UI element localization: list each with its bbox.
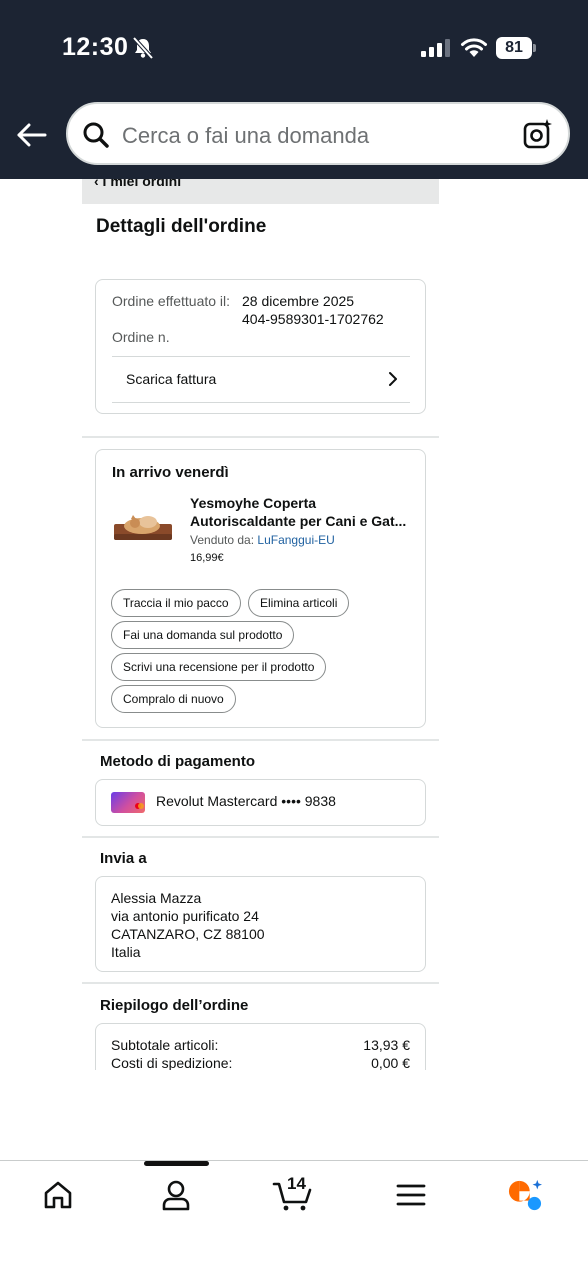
product-image[interactable] <box>112 502 174 548</box>
address-street: via antonio purificato 24 <box>111 908 259 924</box>
search-input[interactable]: Cerca o fai una domanda <box>122 123 369 149</box>
address-card: Alessia Mazza via antonio purificato 24 … <box>95 876 426 972</box>
ship-to-heading: Invia a <box>100 850 147 867</box>
order-placed-label: Ordine effettuato il: <box>112 293 231 309</box>
order-number: 404-9589301-1702762 <box>242 311 384 327</box>
cellular-signal-icon <box>421 39 450 57</box>
breadcrumb-link[interactable]: ‹ I miei ordini <box>94 179 181 189</box>
search-bar[interactable]: Cerca o fai una domanda <box>66 102 570 165</box>
section-divider <box>82 739 439 741</box>
shipment-card: In arrivo venerdì Yesmoyhe Coperta Autor… <box>95 449 426 728</box>
page-title: Dettagli dell'ordine <box>96 216 267 237</box>
breadcrumb[interactable]: ‹ I miei ordini <box>82 179 439 204</box>
ai-assistant-icon[interactable] <box>505 1178 545 1212</box>
product-title[interactable]: Yesmoyhe Coperta Autoriscaldante per Can… <box>190 494 414 530</box>
battery-indicator: 81 <box>496 37 536 59</box>
address-country: Italia <box>111 944 141 960</box>
section-divider <box>82 436 439 438</box>
wifi-icon <box>461 38 487 57</box>
payment-card-text: Revolut Mastercard •••• 9838 <box>156 793 336 809</box>
address-name: Alessia Mazza <box>111 890 202 906</box>
delete-items-button[interactable]: Elimina articoli <box>248 589 350 617</box>
order-info-card: Ordine effettuato il: 28 dicembre 2025 4… <box>95 279 426 414</box>
content-clip <box>0 1070 588 1160</box>
scroll-indicator <box>144 1161 209 1166</box>
shipping-label: Costi di spedizione: <box>111 1055 233 1071</box>
download-invoice-label: Scarica fattura <box>126 371 217 387</box>
sold-by: Venduto da: LuFanggui-EU <box>190 533 335 547</box>
section-divider <box>82 836 439 838</box>
home-icon[interactable] <box>41 1178 75 1212</box>
seller-link[interactable]: LuFanggui-EU <box>257 533 334 547</box>
shipment-status: In arrivo venerdì <box>112 464 229 481</box>
bell-muted-icon <box>132 36 154 60</box>
account-icon[interactable] <box>159 1178 193 1212</box>
shipping-value: 0,00 € <box>371 1055 410 1071</box>
menu-icon[interactable] <box>394 1178 428 1212</box>
summary-heading: Riepilogo dell’ordine <box>100 997 249 1014</box>
camera-lens-icon[interactable] <box>522 118 554 150</box>
buy-again-button[interactable]: Compralo di nuovo <box>111 685 236 713</box>
product-price: 16,99€ <box>190 552 224 564</box>
payment-heading: Metodo di pagamento <box>100 753 255 770</box>
section-divider <box>82 982 439 984</box>
write-review-button[interactable]: Scrivi una recensione per il prodotto <box>111 653 327 681</box>
search-icon <box>83 122 109 148</box>
order-date: 28 dicembre 2025 <box>242 293 355 309</box>
back-arrow-icon[interactable] <box>15 118 49 152</box>
chevron-right-icon <box>389 372 397 386</box>
track-package-button[interactable]: Traccia il mio pacco <box>111 589 241 617</box>
subtotal-value: 13,93 € <box>363 1037 410 1053</box>
sold-by-label: Venduto da: <box>190 533 255 547</box>
revolut-card-icon <box>111 792 145 813</box>
subtotal-label: Subtotale articoli: <box>111 1037 219 1053</box>
download-invoice-row[interactable]: Scarica fattura <box>112 356 410 403</box>
ask-question-button[interactable]: Fai una domanda sul prodotto <box>111 621 295 649</box>
payment-card: Revolut Mastercard •••• 9838 <box>95 779 426 826</box>
battery-level: 81 <box>505 39 523 56</box>
address-city: CATANZARO, CZ 88100 <box>111 926 265 942</box>
cart-count: 14 <box>287 1174 306 1193</box>
order-number-label: Ordine n. <box>112 329 170 345</box>
status-time: 12:30 <box>62 33 129 61</box>
